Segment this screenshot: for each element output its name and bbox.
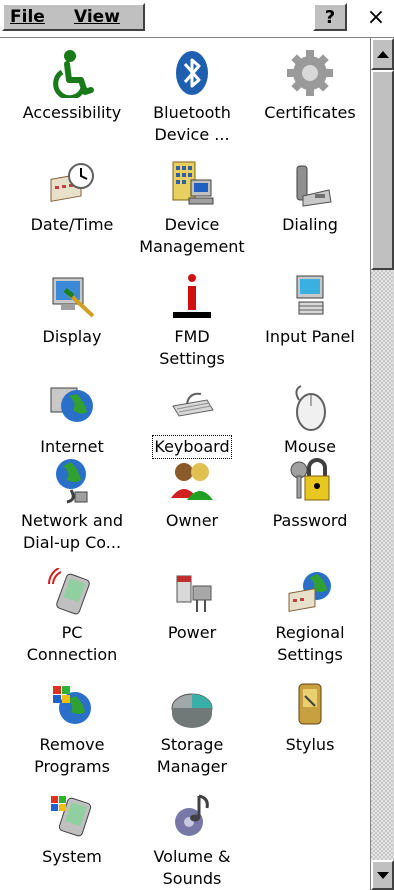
display-icon: [52, 277, 95, 318]
item-regional-settings[interactable]: Regional Settings: [250, 568, 370, 666]
storage-manager-icon: [171, 693, 213, 728]
item-label: Power: [167, 623, 217, 642]
scroll-up-button[interactable]: [371, 38, 394, 70]
item-input-panel[interactable]: Input Panel: [250, 272, 370, 348]
item-accessibility[interactable]: Accessibility: [12, 48, 132, 124]
item-label: Internet: [40, 437, 104, 456]
item-label: Volume & Sounds: [153, 847, 231, 888]
item-label: Device Management: [139, 215, 245, 256]
item-dialing[interactable]: Dialing: [250, 160, 370, 236]
vertical-scrollbar[interactable]: [370, 38, 394, 890]
close-icon: ×: [366, 4, 386, 30]
item-fmd-settings[interactable]: FMD Settings: [132, 272, 252, 370]
item-label: Display: [42, 327, 102, 346]
mouse-icon: [295, 385, 326, 431]
item-label: Owner: [165, 511, 219, 530]
item-label: Keyboard: [152, 435, 232, 459]
item-volume-sounds[interactable]: Volume & Sounds: [132, 792, 252, 890]
item-power[interactable]: Power: [132, 568, 252, 644]
arrow-up-icon: [376, 50, 389, 58]
scroll-thumb[interactable]: [371, 70, 394, 270]
item-label: Storage Manager: [156, 735, 228, 776]
item-date-time[interactable]: Date/Time: [12, 160, 132, 236]
internet-icon: [50, 387, 93, 422]
item-network[interactable]: Network and Dial-up Co...: [12, 456, 132, 554]
keyboard-icon: [172, 392, 214, 417]
stylus-icon: [298, 683, 322, 725]
item-certificates[interactable]: Certificates: [250, 48, 370, 124]
item-password[interactable]: Password: [250, 456, 370, 532]
device-management-icon: [172, 161, 214, 205]
item-display[interactable]: Display: [12, 272, 132, 348]
password-icon: [290, 458, 330, 501]
network-icon: [56, 459, 88, 504]
item-mouse[interactable]: Mouse: [250, 382, 370, 458]
view-menu[interactable]: View: [74, 7, 120, 27]
accessibility-icon: [53, 50, 94, 98]
item-label: Regional Settings: [275, 623, 345, 664]
date-time-icon: [50, 163, 94, 202]
scroll-down-button[interactable]: [371, 860, 394, 890]
regional-settings-icon: [288, 572, 331, 612]
item-remove-programs[interactable]: Remove Programs: [12, 680, 132, 778]
input-panel-icon: [296, 275, 324, 315]
item-label: System: [42, 847, 102, 866]
close-button[interactable]: ×: [359, 3, 393, 31]
item-label: FMD Settings: [159, 327, 225, 368]
item-label: Certificates: [264, 103, 356, 122]
item-system[interactable]: System: [12, 792, 132, 868]
item-label: Stylus: [285, 735, 335, 754]
item-stylus[interactable]: Stylus: [250, 680, 370, 756]
control-panel-grid: Accessibility Bluetooth Device ... Certi…: [0, 38, 370, 890]
item-label: Bluetooth Device ...: [153, 103, 231, 144]
item-label: PC Connection: [26, 623, 118, 664]
item-pc-connection[interactable]: PC Connection: [12, 568, 132, 666]
bluetooth-icon: [176, 51, 208, 95]
item-owner[interactable]: Owner: [132, 456, 252, 532]
item-label: Mouse: [284, 437, 336, 456]
owner-icon: [171, 463, 213, 500]
power-icon: [176, 575, 212, 612]
item-label: Accessibility: [22, 103, 122, 122]
item-label: Remove Programs: [34, 735, 110, 776]
item-label: Dialing: [282, 215, 338, 234]
fmd-settings-icon: [173, 274, 211, 318]
dialing-icon: [296, 165, 332, 207]
item-label: Date/Time: [30, 215, 114, 234]
item-keyboard[interactable]: Keyboard: [132, 382, 252, 459]
item-label: Password: [272, 511, 348, 530]
certificates-icon: [287, 50, 333, 96]
file-menu[interactable]: File: [10, 7, 45, 27]
item-bluetooth[interactable]: Bluetooth Device ...: [132, 48, 252, 146]
menu-group: File View: [2, 3, 145, 31]
volume-sounds-icon: [175, 794, 209, 836]
item-label: Input Panel: [265, 327, 355, 346]
system-icon: [51, 796, 92, 837]
item-internet[interactable]: Internet: [12, 382, 132, 458]
remove-programs-icon: [53, 686, 91, 724]
help-button[interactable]: ?: [313, 3, 347, 31]
item-device-management[interactable]: Device Management: [132, 160, 252, 258]
item-label: Network and Dial-up Co...: [21, 511, 123, 552]
arrow-down-icon: [376, 871, 389, 879]
menu-bar: File View ? ×: [0, 0, 394, 38]
pc-connection-icon: [48, 568, 90, 615]
item-storage-manager[interactable]: Storage Manager: [132, 680, 252, 778]
